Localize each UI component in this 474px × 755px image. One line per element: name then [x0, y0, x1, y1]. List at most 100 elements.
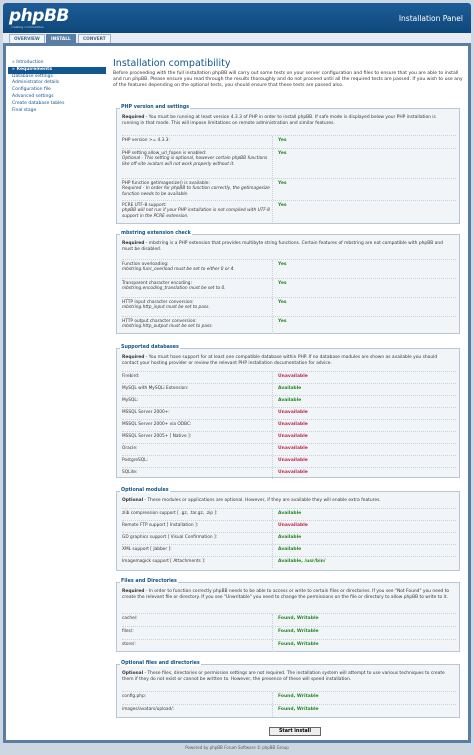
check-row: MSSQL Server 2000+: Unavailable — [122, 407, 456, 419]
desc-text: - These files, directories or permission… — [122, 671, 445, 682]
check-row: MSSQL Server 2000+ via ODBC: Unavailable — [122, 419, 456, 431]
section-legend: PHP version and settings — [120, 105, 191, 110]
check-result: Unavailable — [278, 458, 308, 463]
sidebar-item-requirements[interactable]: » Requirements — [8, 66, 106, 74]
check-result: Yes — [278, 203, 287, 208]
section-description: Required - You must be running at least … — [122, 115, 454, 127]
label-sub: mbstring.http_input must be set to pass. — [122, 305, 210, 311]
check-result: Unavailable — [278, 434, 308, 439]
sidebar-item-label: Requirements — [16, 66, 53, 72]
section-description: Required - You must have support for at … — [122, 355, 454, 367]
check-row: PHP setting allow_url_fopen is enabled: O… — [122, 148, 456, 178]
check-label: MySQL: — [122, 398, 139, 403]
sidebar-item-configuration-file: Configuration file — [12, 87, 51, 93]
check-result: Found, Writable — [278, 707, 319, 712]
section-description: Optional - These files, directories or p… — [122, 671, 454, 683]
check-result: Available, /usr/bin/ — [278, 559, 326, 564]
check-label: Remote FTP support [ Installation ]: — [122, 523, 199, 528]
check-result: Available — [278, 398, 302, 403]
sidebar-item-final-stage: Final stage — [12, 107, 37, 113]
check-label: XML support [ Jabber ]: — [122, 547, 172, 552]
check-row: MySQL with MySQLi Extension: Available — [122, 383, 456, 395]
sidebar-menu: » Introduction » Requirements Database s… — [8, 60, 106, 114]
sidebar-item-create-database-tables: Create database tables — [12, 100, 65, 106]
desc-bold: Required — [122, 355, 145, 360]
check-row: files/: Found, Writable — [122, 626, 456, 639]
check-result: Unavailable — [278, 410, 308, 415]
check-label: MSSQL Server 2000+ via ODBC: — [122, 422, 192, 427]
optional-files-section: Optional files and directories Optional … — [116, 661, 460, 718]
check-label: Firebird: — [122, 374, 140, 379]
check-result: Unavailable — [278, 374, 308, 379]
check-row: PHP function getimagesize() is available… — [122, 178, 456, 200]
tab-install[interactable]: INSTALL — [46, 34, 76, 43]
phpbb-logo: phpBB — [9, 6, 69, 26]
label-sub: mbstring.http_output must be set to pass… — [122, 324, 213, 330]
section-legend: mbstring extension check — [120, 231, 192, 236]
check-label: cache/: — [122, 616, 138, 621]
section-description: Required - In order to function correctl… — [122, 589, 454, 601]
check-row: SQLite: Unavailable — [122, 467, 456, 479]
check-row: Function overloading: mbstring.func_overl… — [122, 259, 456, 278]
page-title: Installation compatibility — [113, 58, 231, 69]
check-result: Yes — [278, 151, 287, 156]
tab-overview[interactable]: OVERVIEW — [9, 34, 45, 43]
check-row: Imagemagick support [ Attachments ]: Avai… — [122, 556, 456, 568]
check-result: Yes — [278, 181, 287, 186]
php-settings-section: PHP version and settings Required - You … — [116, 105, 460, 224]
files-section: Files and Directories Required - In orde… — [116, 579, 460, 652]
mbstring-section: mbstring extension check Required - mbst… — [116, 231, 460, 334]
desc-text: - You must be running at least version 4… — [122, 115, 436, 126]
check-label: Imagemagick support [ Attachments ]: — [122, 559, 206, 564]
check-label: HTTP output character conversion: mbstrin… — [122, 319, 272, 330]
main-content: Installation compatibility Before procee… — [113, 58, 464, 90]
section-description: Required - mbstring is a PHP extension t… — [122, 241, 454, 253]
check-row: Firebird: Unavailable — [122, 371, 456, 383]
check-result: Yes — [278, 300, 287, 305]
label-sub: Optional - This setting is optional, how… — [122, 156, 268, 167]
label-sub: mbstring.func_overload must be set to ei… — [122, 267, 235, 273]
check-result: Found, Writable — [278, 629, 319, 634]
check-label: MSSQL Server 2005+ [ Native ]: — [122, 434, 192, 439]
check-result: Available — [278, 535, 302, 540]
check-label: HTTP input character conversion: mbstring… — [122, 300, 272, 311]
check-result: Found, Writable — [278, 694, 319, 699]
desc-text: - In order to function correctly phpBB n… — [122, 589, 450, 600]
sidebar-item-advanced-settings: Advanced settings — [12, 93, 54, 99]
check-row: Oracle: Unavailable — [122, 443, 456, 455]
check-result: Unavailable — [278, 422, 308, 427]
logo-subtitle: creating communities — [11, 25, 44, 29]
check-label: MSSQL Server 2000+: — [122, 410, 170, 415]
section-legend: Optional files and directories — [120, 661, 201, 666]
check-row: MSSQL Server 2005+ [ Native ]: Unavailabl… — [122, 431, 456, 443]
tab-bar: OVERVIEW INSTALL CONVERT — [3, 33, 471, 43]
check-row: Remote FTP support [ Installation ]: Unav… — [122, 520, 456, 532]
header: phpBB creating communities Installation … — [3, 3, 471, 33]
desc-bold: Required — [122, 115, 145, 120]
check-row: zlib compression support [ .gz, .tar.gz,… — [122, 508, 456, 520]
footer: Powered by phpBB Forum Software © phpBB … — [185, 745, 289, 750]
optional-modules-section: Optional modules Optional - These module… — [116, 488, 460, 571]
start-install-button[interactable]: Start install — [269, 727, 321, 736]
tab-convert[interactable]: CONVERT — [78, 34, 111, 43]
databases-section: Supported databases Required - You must … — [116, 345, 460, 479]
check-label: images/avatars/upload/: — [122, 707, 175, 712]
check-label: SQLite: — [122, 470, 138, 475]
check-result: Yes — [278, 319, 287, 324]
sidebar-item-introduction[interactable]: » Introduction — [8, 60, 106, 67]
check-row: cache/: Found, Writable — [122, 613, 456, 626]
check-label: PHP setting allow_url_fopen is enabled: O… — [122, 151, 272, 167]
check-row: PHP version >= 4.3.3: Yes — [122, 135, 456, 148]
desc-bold: Optional — [122, 671, 144, 676]
check-label: PHP function getimagesize() is available… — [122, 181, 272, 197]
check-label: MySQL with MySQLi Extension: — [122, 386, 189, 391]
desc-text: - mbstring is a PHP extension that provi… — [122, 241, 443, 252]
check-row: MySQL: Available — [122, 395, 456, 407]
check-label: PostgreSQL: — [122, 458, 148, 463]
check-label: store/: — [122, 642, 136, 647]
desc-bold: Required — [122, 589, 145, 594]
check-label: PHP version >= 4.3.3: — [122, 138, 170, 143]
check-row: PCRE UTF-8 support: phpBB will not run if… — [122, 200, 456, 222]
check-label: Oracle: — [122, 446, 138, 451]
check-label: PCRE UTF-8 support: phpBB will not run if… — [122, 203, 272, 219]
